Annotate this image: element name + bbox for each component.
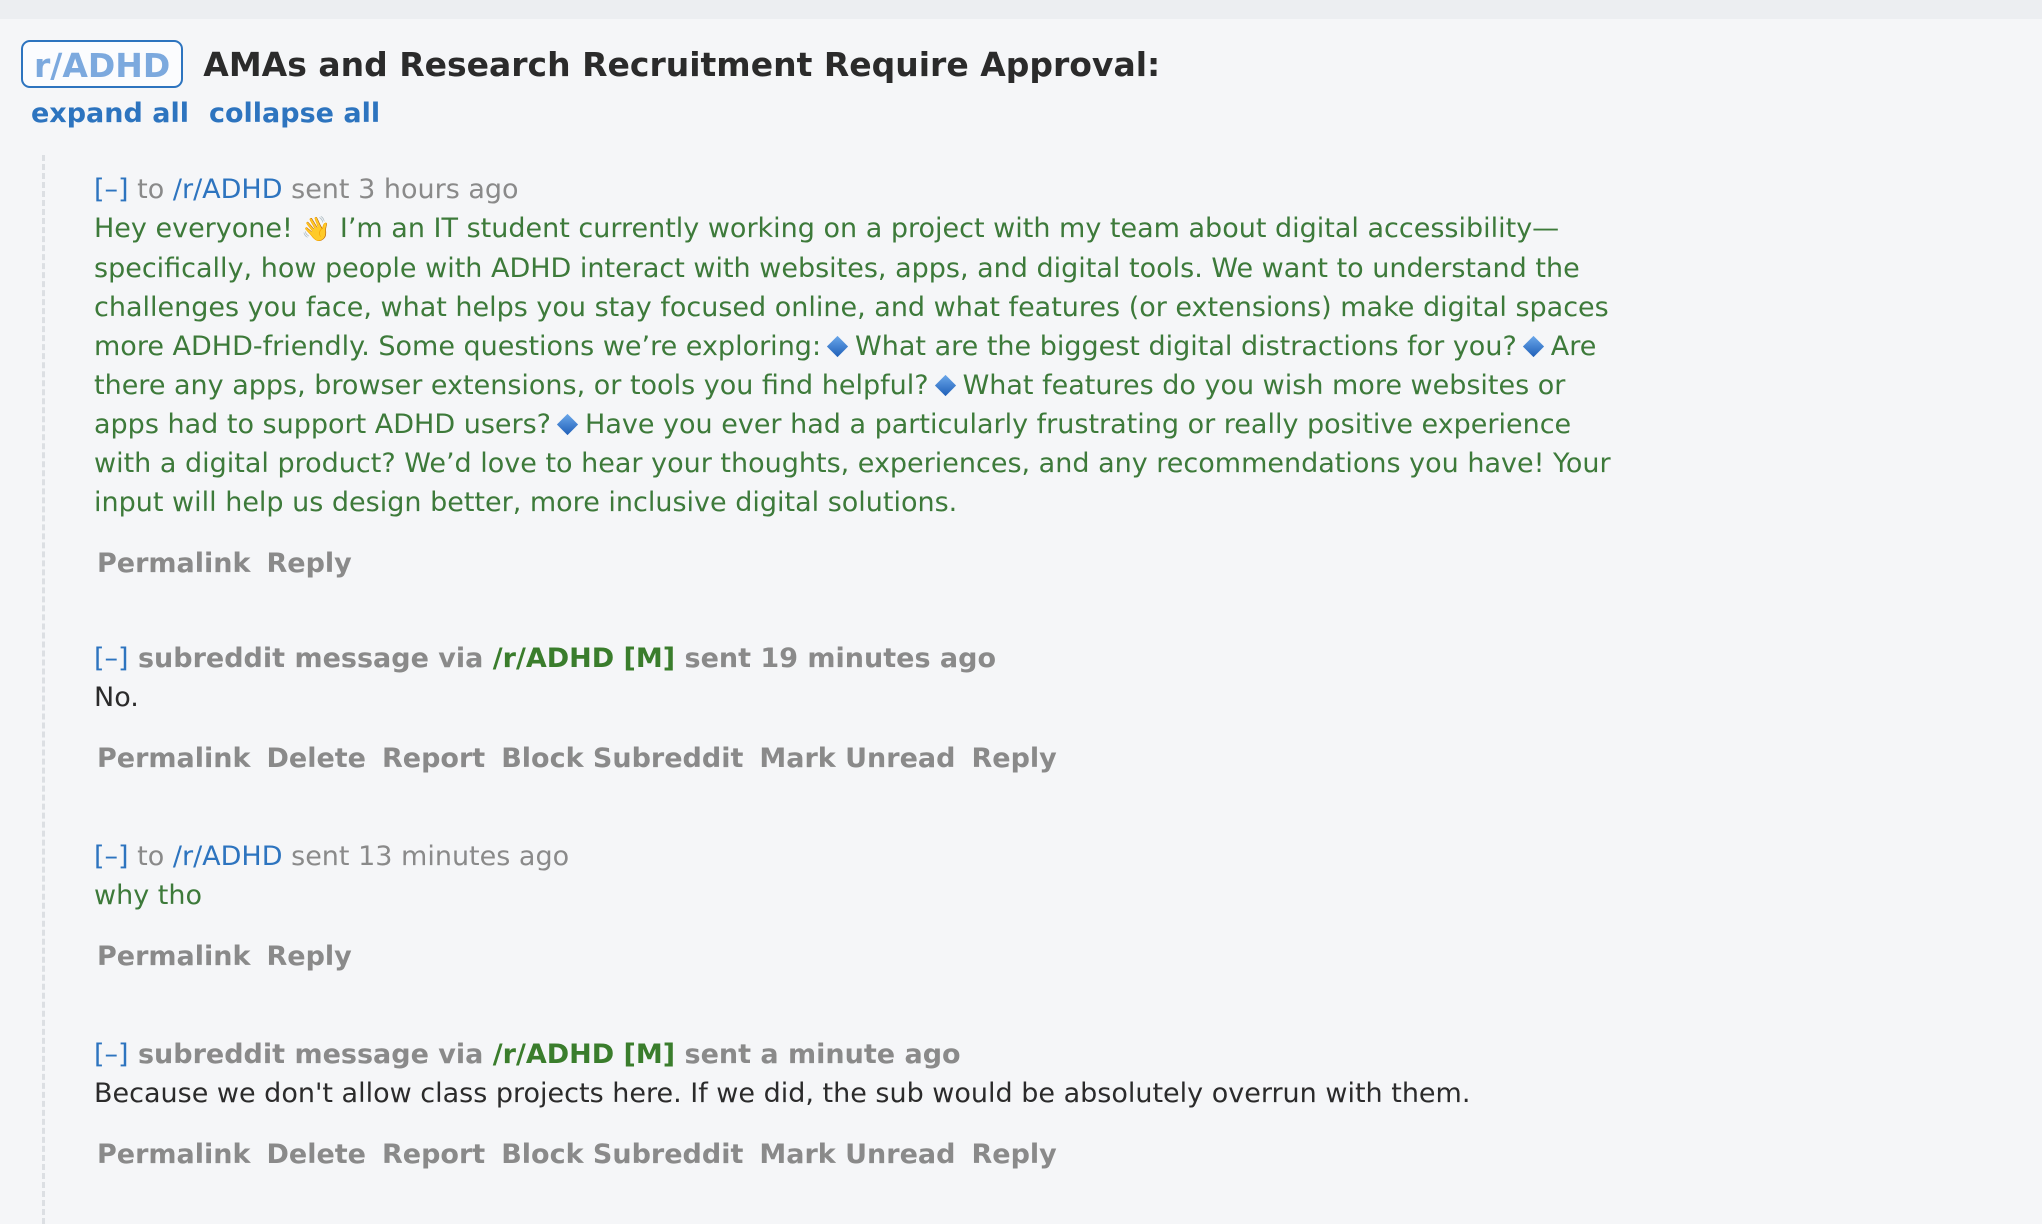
collapse-toggle[interactable]: [–] — [94, 643, 129, 674]
collapse-toggle[interactable]: [–] — [94, 174, 129, 205]
reply-button[interactable]: Reply — [971, 1139, 1056, 1170]
sent-time: sent 19 minutes ago — [684, 643, 997, 674]
collapse-all-link[interactable]: collapse all — [209, 98, 380, 129]
subreddit-link[interactable]: /r/ADHD — [173, 174, 283, 205]
message-item: [–] subreddit message via /r/ADHD [M] se… — [94, 641, 1634, 774]
permalink-button[interactable]: Permalink — [97, 743, 250, 774]
sent-time: sent 3 hours ago — [291, 174, 519, 205]
message-item: [–] to /r/ADHD sent 13 minutes ago why t… — [94, 839, 1634, 972]
thread-line — [42, 155, 45, 1224]
message-header: [–] to /r/ADHD sent 13 minutes ago — [94, 839, 1634, 875]
subreddit-link[interactable]: /r/ADHD — [493, 1039, 614, 1070]
reply-button[interactable]: Reply — [971, 743, 1056, 774]
expand-collapse-controls: expand all collapse all — [31, 98, 380, 129]
delete-button[interactable]: Delete — [266, 743, 366, 774]
moderator-tag: [M] — [623, 1039, 676, 1070]
block-subreddit-button[interactable]: Block Subreddit — [501, 1139, 743, 1170]
message-body-text: What are the biggest digital distraction… — [855, 331, 1517, 362]
wave-emoji-icon: 👋 — [301, 215, 332, 243]
blue-diamond-icon — [826, 335, 849, 358]
message-prefix: to — [137, 174, 165, 205]
message-body-text: Hey everyone! — [94, 213, 302, 244]
top-bar — [0, 0, 2042, 19]
blue-diamond-icon — [556, 413, 579, 436]
subreddit-link[interactable]: /r/ADHD — [493, 643, 614, 674]
blue-diamond-icon — [934, 374, 956, 397]
message-item: [–] to /r/ADHD sent 3 hours ago Hey ever… — [94, 172, 1634, 579]
message-actions: Permalink Reply — [94, 548, 1634, 579]
message-body: Because we don't allow class projects he… — [94, 1078, 1471, 1109]
message-actions: Permalink Delete Report Block Subreddit Mark… — [94, 743, 1634, 774]
sent-time: sent 13 minutes ago — [291, 841, 570, 872]
reply-button[interactable]: Reply — [266, 548, 351, 579]
message-prefix: subreddit message via — [137, 643, 484, 674]
subreddit-link[interactable]: /r/ADHD — [173, 841, 283, 872]
blue-diamond-icon — [1522, 335, 1544, 358]
permalink-button[interactable]: Permalink — [97, 941, 250, 972]
message-header: [–] subreddit message via /r/ADHD [M] se… — [94, 1037, 1634, 1073]
mark-unread-button[interactable]: Mark Unread — [759, 1139, 955, 1170]
collapse-toggle[interactable]: [–] — [94, 841, 129, 872]
moderator-tag: [M] — [623, 643, 676, 674]
subreddit-badge[interactable]: r/ADHD — [21, 40, 184, 88]
mark-unread-button[interactable]: Mark Unread — [759, 743, 955, 774]
message-prefix: to — [137, 841, 165, 872]
message-prefix: subreddit message via — [137, 1039, 484, 1070]
collapse-toggle[interactable]: [–] — [94, 1039, 129, 1070]
permalink-button[interactable]: Permalink — [97, 1139, 250, 1170]
block-subreddit-button[interactable]: Block Subreddit — [501, 743, 743, 774]
permalink-button[interactable]: Permalink — [97, 548, 250, 579]
message-body: No. — [94, 682, 139, 713]
sent-time: sent a minute ago — [684, 1039, 961, 1070]
report-button[interactable]: Report — [382, 1139, 485, 1170]
expand-all-link[interactable]: expand all — [31, 98, 189, 129]
thread-title: AMAs and Research Recruitment Require Ap… — [203, 44, 1161, 84]
message-actions: Permalink Reply — [94, 941, 1634, 972]
reply-button[interactable]: Reply — [266, 941, 351, 972]
message-header: [–] subreddit message via /r/ADHD [M] se… — [94, 641, 1634, 677]
message-body: why tho — [94, 880, 202, 911]
report-button[interactable]: Report — [382, 743, 485, 774]
message-body: Hey everyone! 👋 I’m an IT student curren… — [94, 209, 1634, 522]
thread-header: r/ADHD AMAs and Research Recruitment Req… — [21, 40, 1160, 88]
message-actions: Permalink Delete Report Block Subreddit Mark… — [94, 1139, 1634, 1170]
message-header: [–] to /r/ADHD sent 3 hours ago — [94, 172, 1634, 208]
message-item: [–] subreddit message via /r/ADHD [M] se… — [94, 1037, 1634, 1170]
delete-button[interactable]: Delete — [266, 1139, 366, 1170]
